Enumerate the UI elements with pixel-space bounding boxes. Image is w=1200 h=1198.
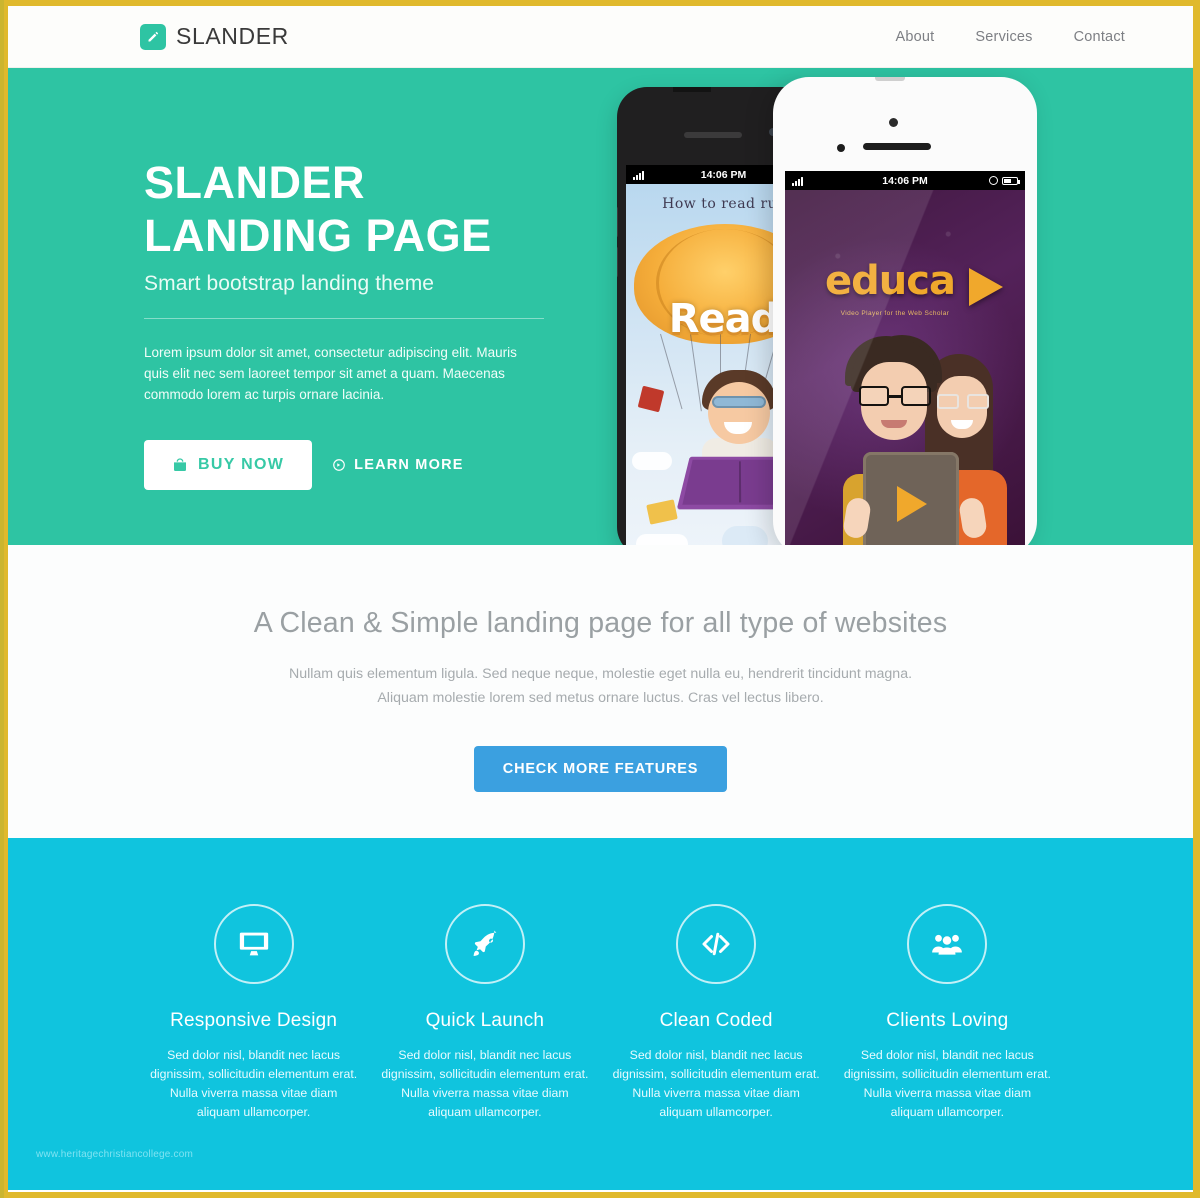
alarm-icon xyxy=(989,176,998,185)
feature-card-clients-loving: Clients Loving Sed dolor nisl, blandit n… xyxy=(832,904,1063,1122)
hero-title: SLANDER LANDING PAGE xyxy=(144,156,564,262)
kid-goggles xyxy=(712,396,766,408)
hero-paragraph: Lorem ipsum dolor sit amet, consectetur … xyxy=(144,345,517,403)
frame-left-accent xyxy=(0,0,4,1198)
nav-link-services[interactable]: Services xyxy=(975,29,1032,45)
intro-section: A Clean & Simple landing page for all ty… xyxy=(8,545,1193,838)
feature-card-clean-coded: Clean Coded Sed dolor nisl, blandit nec … xyxy=(601,904,832,1122)
phone-light-top-slot xyxy=(875,77,905,81)
hero-divider xyxy=(144,318,544,320)
watermark: www.heritagechristiancollege.com xyxy=(36,1149,194,1160)
pencil-icon xyxy=(140,23,166,50)
phone-light-screen: 14:06 PM educa Video Player for the Web … xyxy=(785,171,1025,545)
circle-arrow-icon xyxy=(332,458,346,472)
page-frame: SLANDER About Services Contact SLANDER L… xyxy=(0,0,1200,1198)
hero-title-line2: LANDING PAGE xyxy=(144,210,492,262)
feature-text: Sed dolor nisl, blandit nec lacus dignis… xyxy=(843,1048,1051,1120)
cloud-shape-1 xyxy=(632,452,672,470)
navbar: SLANDER About Services Contact xyxy=(8,6,1193,68)
screen-glare xyxy=(785,190,1025,545)
feature-text: Sed dolor nisl, blandit nec lacus dignis… xyxy=(150,1048,358,1120)
features-grid: Responsive Design Sed dolor nisl, blandi… xyxy=(8,904,1193,1122)
phone-light-statusbar: 14:06 PM xyxy=(785,171,1025,190)
intro-paragraph-line1: Nullam quis elementum ligula. Sed neque … xyxy=(288,666,913,682)
users-group-icon xyxy=(907,904,988,984)
battery-icon xyxy=(1002,176,1020,185)
learn-more-label: LEARN MORE xyxy=(354,456,464,473)
nav-links: About Services Contact xyxy=(896,29,1165,45)
feature-text: Sed dolor nisl, blandit nec lacus dignis… xyxy=(612,1048,820,1120)
brand-name: SLANDER xyxy=(176,23,289,49)
nav-link-about[interactable]: About xyxy=(896,29,935,45)
feature-title: Quick Launch xyxy=(425,1010,545,1031)
hero-section: SLANDER LANDING PAGE Smart bootstrap lan… xyxy=(8,68,1193,545)
phone-light-artwork: educa Video Player for the Web Scholar xyxy=(785,190,1025,545)
hero-title-line1: SLANDER xyxy=(144,157,366,208)
snow-shape xyxy=(722,526,768,545)
rocket-icon xyxy=(444,904,525,984)
hero-actions: BUY NOW LEARN MORE xyxy=(144,439,564,490)
feature-title: Clean Coded xyxy=(659,1010,773,1031)
intro-paragraph-line2: Aliquam molestie lorem sed metus ornare … xyxy=(377,690,824,707)
phone-light-sensor xyxy=(837,144,845,152)
hero-copy: SLANDER LANDING PAGE Smart bootstrap lan… xyxy=(144,156,564,490)
phone-light-status-right xyxy=(989,176,1020,185)
kid-head xyxy=(708,382,770,444)
brand-logo[interactable]: SLANDER xyxy=(140,23,289,50)
phone-mockups: 14:06 PM How to read rus Read 14:06 PM xyxy=(611,68,1081,545)
phone-dark-volume-down xyxy=(617,247,618,277)
phone-dark-speaker xyxy=(684,132,742,138)
cloud-shape-2 xyxy=(636,534,688,545)
nav-link-contact[interactable]: Contact xyxy=(1074,29,1125,45)
signal-icon xyxy=(633,170,644,180)
buy-now-label: BUY NOW xyxy=(198,455,285,473)
feature-card-quick-launch: Quick Launch Sed dolor nisl, blandit nec… xyxy=(369,904,600,1122)
feature-title: Responsive Design xyxy=(170,1010,338,1031)
shopping-bag-icon xyxy=(172,457,188,473)
features-section: Responsive Design Sed dolor nisl, blandi… xyxy=(8,838,1193,1190)
feature-title: Clients Loving xyxy=(886,1010,1009,1031)
intro-title: A Clean & Simple landing page for all ty… xyxy=(253,607,948,639)
page-content: SLANDER About Services Contact SLANDER L… xyxy=(8,6,1193,1192)
phone-dark-top-slot xyxy=(673,87,711,92)
phone-light-speaker xyxy=(863,143,931,150)
floating-cube-yellow xyxy=(646,499,678,525)
feature-card-responsive-design: Responsive Design Sed dolor nisl, blandi… xyxy=(138,904,369,1122)
monitor-icon xyxy=(213,904,294,984)
phone-dark-volume-up xyxy=(617,207,618,237)
feature-text: Sed dolor nisl, blandit nec lacus dignis… xyxy=(381,1048,589,1120)
buy-now-button[interactable]: BUY NOW xyxy=(144,439,313,490)
hero-subtitle: Smart bootstrap landing theme xyxy=(144,272,435,296)
check-more-features-button[interactable]: CHECK MORE FEATURES xyxy=(473,746,728,793)
code-icon xyxy=(676,904,757,984)
phone-light: 14:06 PM educa Video Player for the Web … xyxy=(773,77,1037,545)
learn-more-button[interactable]: LEARN MORE xyxy=(326,447,469,483)
phone-light-front-camera xyxy=(889,118,898,127)
intro-paragraph: Nullam quis elementum ligula. Sed neque … xyxy=(251,662,951,710)
signal-icon xyxy=(792,176,803,186)
